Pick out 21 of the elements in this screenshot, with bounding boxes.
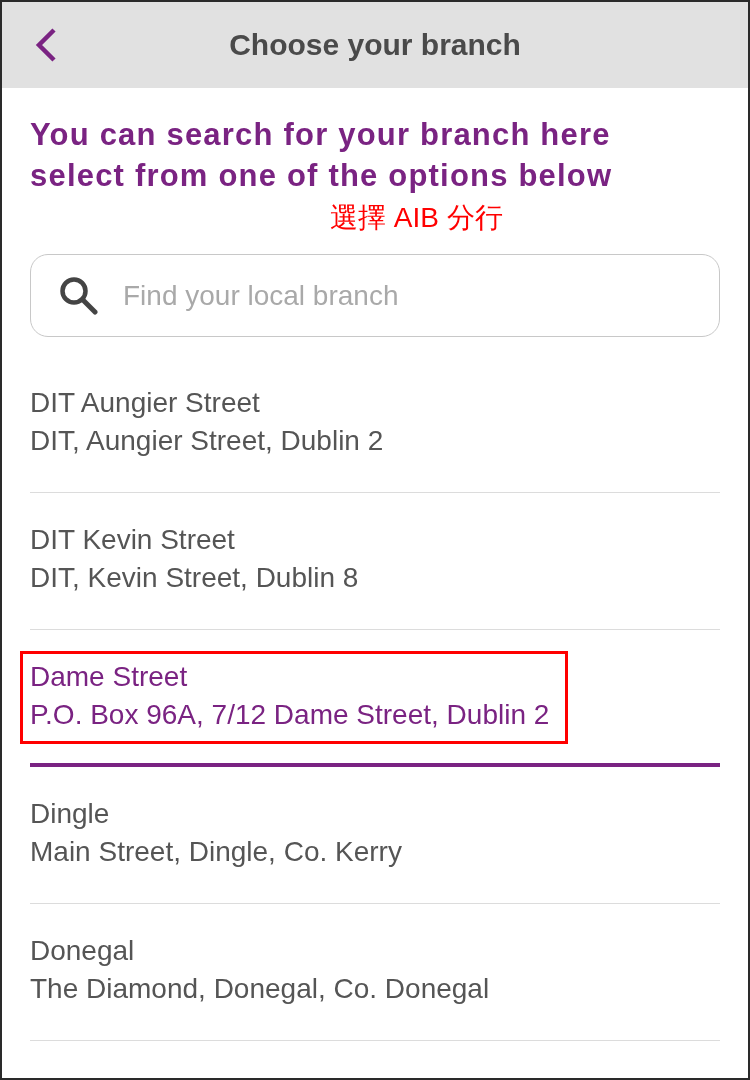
branch-list-item[interactable]: Dame Street P.O. Box 96A, 7/12 Dame Street, Dublin 2 xyxy=(30,630,720,767)
branch-name: Dame Street xyxy=(30,660,189,694)
branch-address: DIT, Aungier Street, Dublin 2 xyxy=(30,424,384,458)
branch-name: Dingle xyxy=(30,797,111,831)
branch-list-item[interactable]: DIT Aungier Street DIT, Aungier Street, Dublin 2 xyxy=(30,356,720,493)
screen-title: Choose your branch xyxy=(229,28,521,62)
branch-address: P.O. Box 96A, 7/12 Dame Street, Dublin 2 xyxy=(30,698,550,732)
chevron-left-icon xyxy=(35,28,57,62)
annotation-label: 選擇 AIB 分行 xyxy=(330,202,503,233)
search-field[interactable]: Find your local branch xyxy=(30,254,720,337)
intro-text: You can search for your branch here select from one of the options below xyxy=(30,116,614,195)
branch-list-item[interactable]: Dingle Main Street, Dingle, Co. Kerry xyxy=(30,767,720,904)
branch-list-item[interactable]: DIT Kevin Street DIT, Kevin Street, Dublin 8 xyxy=(30,493,720,630)
branch-name: DIT Aungier Street xyxy=(30,386,261,420)
branch-name: DIT Kevin Street xyxy=(30,523,236,557)
branch-address: The Diamond, Donegal, Co. Donegal xyxy=(30,972,490,1006)
search-icon xyxy=(58,275,98,315)
branch-address: DIT, Kevin Street, Dublin 8 xyxy=(30,561,359,595)
branch-list-item[interactable]: Donegal The Diamond, Donegal, Co. Donegal xyxy=(30,904,720,1041)
branch-name: Donegal xyxy=(30,934,136,968)
branch-address: Main Street, Dingle, Co. Kerry xyxy=(30,835,402,869)
